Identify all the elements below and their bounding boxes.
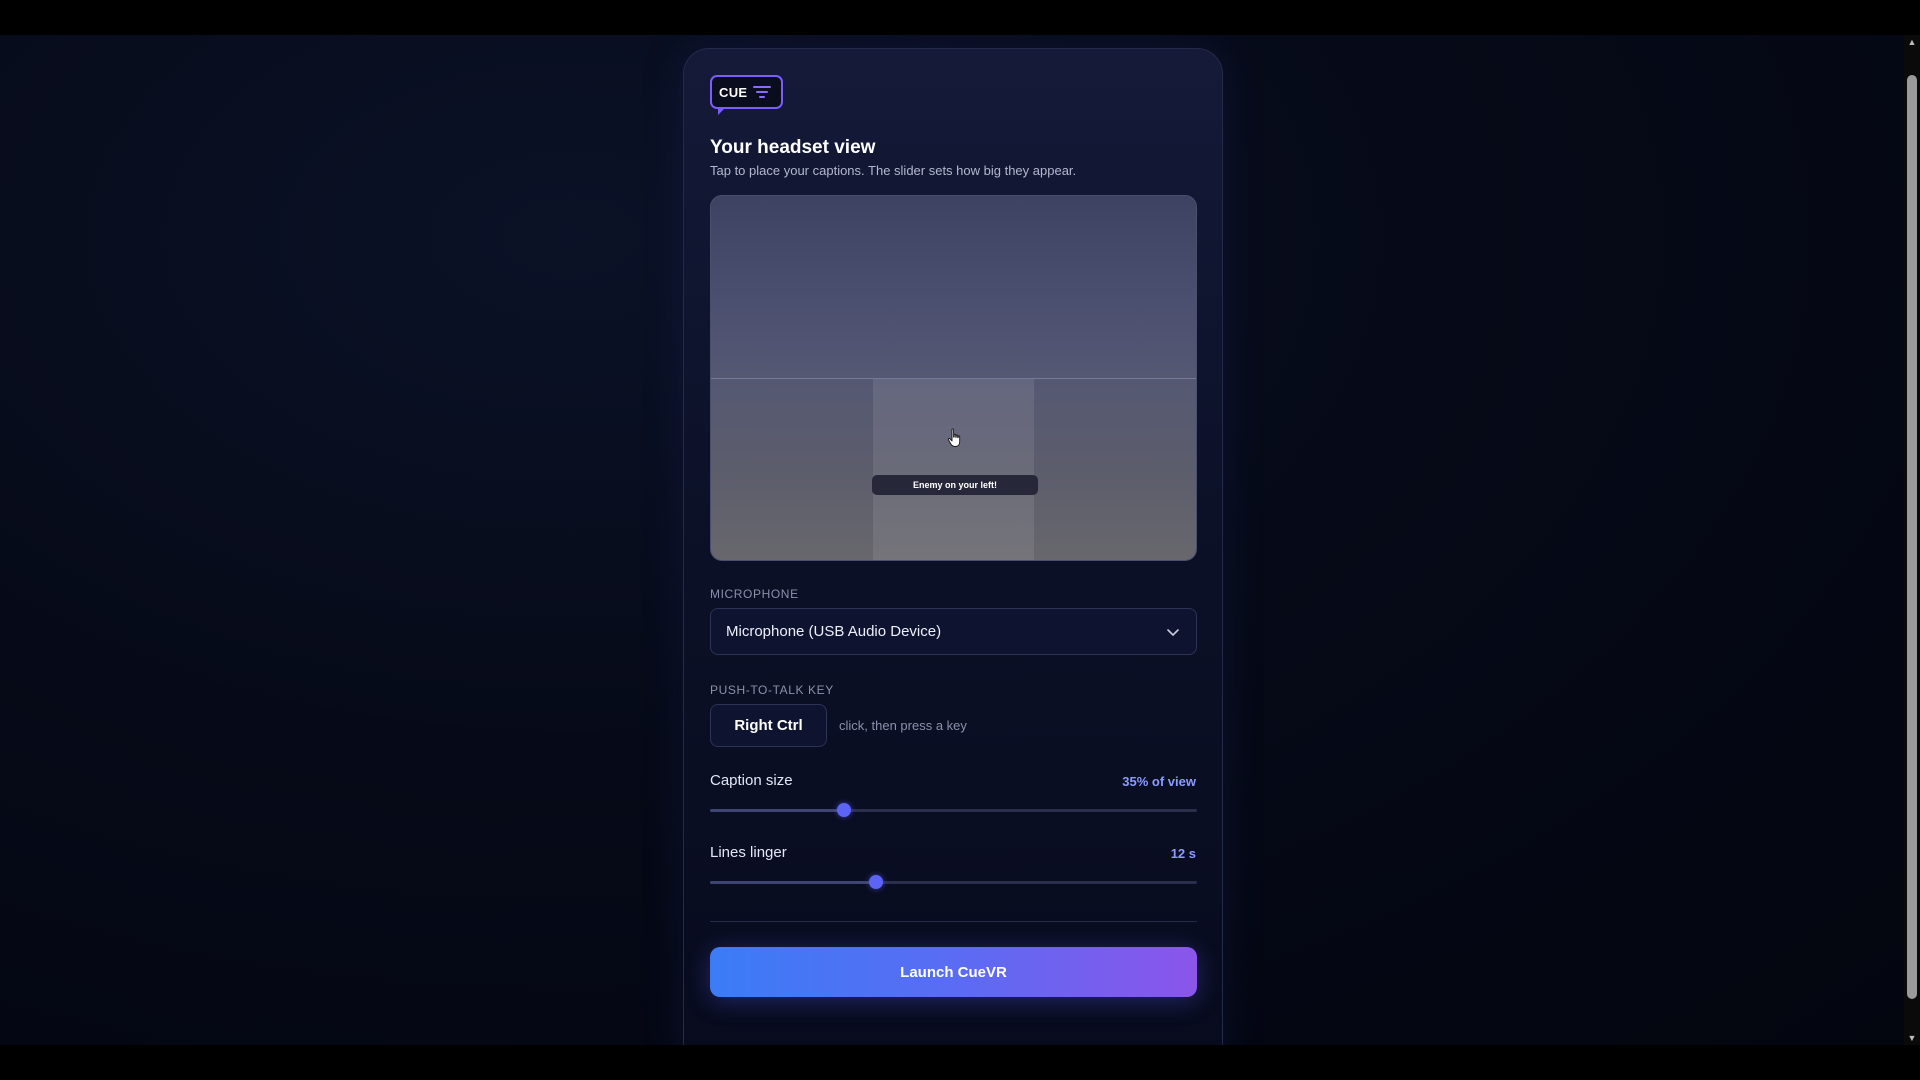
lines-linger-value: 12 s xyxy=(1170,846,1196,861)
caption-size-value: 35% of view xyxy=(1122,774,1196,789)
cue-logo: CUE xyxy=(710,75,783,115)
top-black-bar xyxy=(0,0,1920,35)
push-to-talk-key-button[interactable]: Right Ctrl xyxy=(710,704,827,747)
settings-card: CUE Your headset view Tap to place your … xyxy=(683,48,1223,1045)
caption-preview[interactable]: Enemy on your left! xyxy=(872,475,1038,495)
hand-pointer-icon xyxy=(947,428,961,447)
microphone-select[interactable]: Microphone (USB Audio Device) xyxy=(710,608,1197,655)
scroll-down-arrow-icon[interactable]: ▼ xyxy=(1904,1031,1920,1045)
lines-linger-slider-thumb[interactable] xyxy=(868,875,883,889)
caption-size-label: Caption size xyxy=(710,772,793,789)
logo-text: CUE xyxy=(719,84,748,100)
caption-placement-zone[interactable] xyxy=(873,379,1034,560)
caption-size-slider-fill xyxy=(710,809,844,812)
chevron-down-icon xyxy=(1167,629,1179,636)
lines-linger-label: Lines linger xyxy=(710,844,787,861)
microphone-label: MICROPHONE xyxy=(710,587,799,601)
page-viewport: CUE Your headset view Tap to place your … xyxy=(0,35,1904,1045)
vertical-scrollbar[interactable]: ▲ ▼ xyxy=(1904,35,1920,1045)
caption-size-slider[interactable] xyxy=(710,803,1197,817)
microphone-selected-value: Microphone (USB Audio Device) xyxy=(726,623,942,640)
push-to-talk-label: PUSH-TO-TALK KEY xyxy=(710,683,834,697)
scroll-up-arrow-icon[interactable]: ▲ xyxy=(1904,35,1920,49)
bottom-black-bar xyxy=(0,1045,1920,1080)
headset-preview[interactable]: Enemy on your left! xyxy=(710,195,1197,561)
menu-lines-icon xyxy=(753,86,772,98)
page-title: Your headset view xyxy=(710,137,876,158)
lines-linger-slider-fill xyxy=(710,881,876,884)
lines-linger-slider[interactable] xyxy=(710,875,1197,889)
section-divider xyxy=(710,921,1197,922)
scrollbar-thumb[interactable] xyxy=(1907,75,1917,999)
page-subtitle: Tap to place your captions. The slider s… xyxy=(710,163,1077,178)
caption-size-slider-thumb[interactable] xyxy=(836,803,851,817)
push-to-talk-hint: click, then press a key xyxy=(839,718,967,733)
logo-speech-tail xyxy=(718,109,724,115)
launch-button[interactable]: Launch CueVR xyxy=(710,947,1197,997)
